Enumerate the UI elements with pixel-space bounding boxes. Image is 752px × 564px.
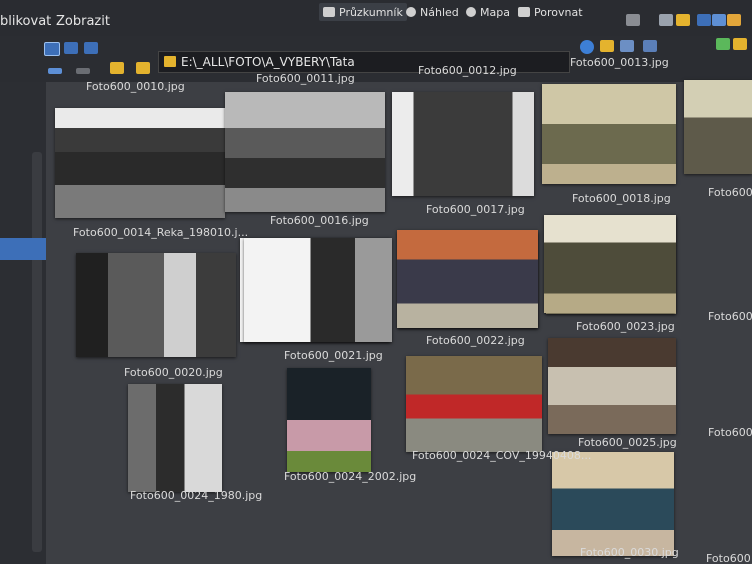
folder-icon	[164, 56, 176, 67]
thumbnail-caption-partial: Foto600_003	[706, 552, 752, 564]
layout-icon[interactable]	[626, 14, 640, 26]
thumbnail-caption: Foto600_0022.jpg	[426, 334, 525, 347]
photo-thumbnail[interactable]	[76, 253, 236, 357]
photo-thumbnail[interactable]	[128, 384, 222, 492]
mode-porovnat[interactable]: Porovnat	[514, 3, 587, 21]
thumbnail-caption-partial: Foto600_0	[708, 310, 752, 323]
folders-panel	[0, 82, 46, 564]
title-bar: blikovat Zobrazit Průzkumník Náhled Mapa…	[0, 0, 752, 36]
monitor-icon[interactable]	[712, 14, 726, 26]
photo-thumbnail[interactable]	[287, 368, 371, 472]
refresh-icon[interactable]	[580, 40, 594, 54]
window-icon[interactable]	[697, 14, 711, 26]
explorer-icon	[323, 7, 335, 17]
mode-nahled[interactable]: Náhled	[402, 3, 463, 21]
thumbnail-caption: Foto600_0016.jpg	[270, 214, 369, 227]
compare-icon	[518, 7, 530, 17]
list-view-icon[interactable]	[64, 42, 78, 54]
thumbnails-view-icon[interactable]	[44, 42, 60, 56]
package-icon[interactable]	[727, 14, 741, 26]
thumbnail-caption: Foto600_0018.jpg	[572, 192, 671, 205]
thumbnail-caption: Foto600_0024_1980.jpg	[130, 489, 263, 502]
mode-mapa[interactable]: Mapa	[462, 3, 514, 21]
thumbnail-caption-partial: Foto600_0	[708, 186, 752, 199]
star-icon[interactable]	[733, 38, 747, 50]
mode-porovnat-label: Porovnat	[534, 5, 583, 19]
thumbnail-caption: Foto600_0010.jpg	[86, 80, 185, 93]
panel-scrollbar[interactable]	[32, 152, 42, 552]
photo-thumbnail[interactable]	[392, 92, 534, 196]
mode-pruzkumnik[interactable]: Průzkumník	[319, 3, 407, 21]
photo-thumbnail[interactable]	[544, 215, 676, 313]
thumbnail-caption: Foto600_0014_Reka_198010.j...	[73, 226, 249, 239]
thumbnail-caption: Foto600_0023.jpg	[576, 320, 675, 333]
photo-thumbnail[interactable]	[55, 108, 225, 218]
back-arrow-icon[interactable]	[48, 68, 62, 74]
thumbnail-caption: Foto600_0025.jpg	[578, 436, 677, 449]
thumbnail-caption: Foto600_0017.jpg	[426, 203, 525, 216]
folder-icon[interactable]	[136, 62, 150, 74]
thumbnail-caption: Foto600_0021.jpg	[284, 349, 383, 362]
print-icon[interactable]	[659, 14, 673, 26]
menu-item-blikovat[interactable]: blikovat	[0, 14, 51, 29]
thumbnail-caption: Foto600_0011.jpg	[256, 72, 355, 85]
thumbnail-caption: Foto600_0024_2002.jpg	[284, 470, 417, 483]
preview-icon	[406, 7, 416, 17]
thumbnail-caption: Foto600_0020.jpg	[124, 366, 223, 379]
photo-thumbnail[interactable]	[225, 92, 385, 212]
photo-thumbnail[interactable]	[552, 452, 674, 556]
selected-folder[interactable]	[0, 238, 46, 260]
folder-up-icon[interactable]	[110, 62, 124, 74]
photo-thumbnail[interactable]	[406, 356, 542, 452]
forward-arrow-icon[interactable]	[76, 68, 90, 74]
filter-icon[interactable]	[643, 40, 657, 52]
address-path: E:\_ALL\FOTO\A_VYBERY\Tata	[181, 55, 355, 69]
thumbnail-caption: Foto600_0013.jpg	[570, 56, 669, 69]
menu-item-zobrazit[interactable]: Zobrazit	[56, 14, 110, 29]
details-view-icon[interactable]	[84, 42, 98, 54]
thumbnail-caption: Foto600_0012.jpg	[418, 64, 517, 77]
photo-thumbnail[interactable]	[542, 84, 676, 184]
mode-mapa-label: Mapa	[480, 5, 510, 19]
thumbnail-caption: Foto600_0030.jpg	[580, 546, 679, 559]
photo-thumbnail[interactable]	[244, 238, 392, 342]
photo-thumbnail[interactable]	[684, 80, 752, 174]
folder-browse-icon[interactable]	[600, 40, 614, 52]
mode-pruzkumnik-label: Průzkumník	[339, 5, 403, 19]
map-icon	[466, 7, 476, 17]
photo-thumbnail[interactable]	[548, 338, 676, 434]
mode-nahled-label: Náhled	[420, 5, 459, 19]
sort-icon[interactable]	[620, 40, 634, 52]
thumbnail-caption: Foto600_0024_COV_19940408...	[412, 449, 592, 462]
tag-icon[interactable]	[716, 38, 730, 50]
photo-thumbnail[interactable]	[397, 230, 538, 328]
mail-icon[interactable]	[676, 14, 690, 26]
thumbnail-caption-partial: Foto600_0	[708, 426, 752, 439]
screen: blikovat Zobrazit Průzkumník Náhled Mapa…	[0, 0, 752, 564]
